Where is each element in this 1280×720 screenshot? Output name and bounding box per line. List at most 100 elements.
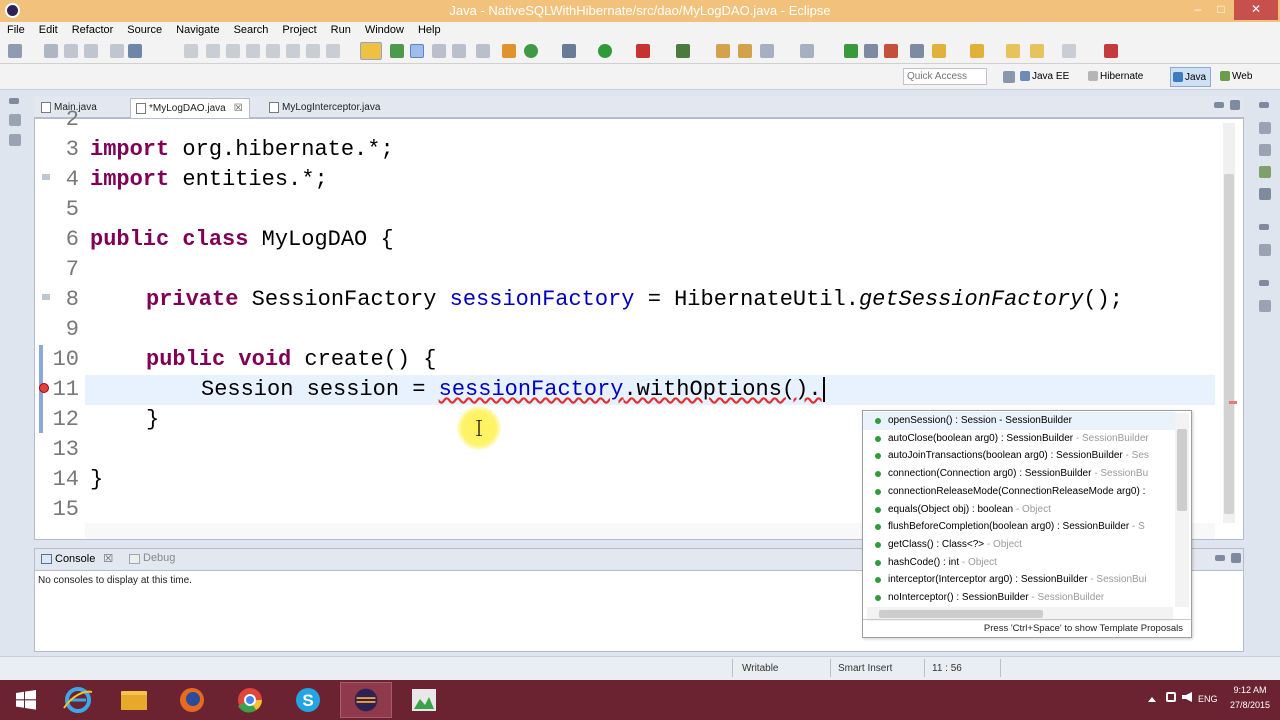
minimize-button[interactable]: – xyxy=(1186,0,1210,20)
internet-explorer-icon[interactable] xyxy=(52,682,104,718)
stop-icon[interactable] xyxy=(884,44,898,58)
package-explorer-icon[interactable] xyxy=(9,114,21,126)
nav-down-icon[interactable] xyxy=(800,44,814,58)
back-icon[interactable] xyxy=(1006,44,1020,58)
skype-icon[interactable]: S xyxy=(282,682,334,718)
word-wrap-icon[interactable] xyxy=(452,44,466,58)
restore-right-icon[interactable] xyxy=(1259,102,1269,108)
block-selection-icon[interactable] xyxy=(410,44,424,58)
proposal-item[interactable]: openSession() : Session - SessionBuilder xyxy=(863,412,1175,430)
step-return-icon[interactable] xyxy=(326,44,340,58)
perspective-hibernate[interactable]: Hibernate xyxy=(1086,67,1147,87)
menu-source[interactable]: Source xyxy=(127,22,162,36)
error-icon[interactable] xyxy=(39,383,49,393)
overview-error-marker[interactable] xyxy=(1229,401,1237,404)
pin-icon[interactable] xyxy=(476,44,490,58)
forward-icon[interactable] xyxy=(1030,44,1044,58)
restore-right-3-icon[interactable] xyxy=(1259,280,1269,286)
terminal-icon[interactable] xyxy=(128,44,142,58)
menu-window[interactable]: Window xyxy=(365,22,404,36)
close-tab-icon[interactable]: ☒ xyxy=(103,553,113,565)
open-task-icon[interactable] xyxy=(716,44,730,58)
toggle-mark-occurrences-icon[interactable] xyxy=(360,42,382,60)
perspective-java-ee[interactable]: Java EE xyxy=(1018,67,1073,87)
save-icon[interactable] xyxy=(44,44,58,58)
proposal-item[interactable]: autoClose(boolean arg0) : SessionBuilder… xyxy=(863,430,1175,448)
hierarchy-icon[interactable] xyxy=(9,134,21,146)
debug-hook-icon[interactable] xyxy=(1104,44,1118,58)
proposal-item[interactable]: connection(Connection arg0) : SessionBui… xyxy=(863,465,1175,483)
task-list-icon[interactable] xyxy=(1259,122,1271,134)
proposal-item[interactable]: interceptor(Interceptor arg0) : SessionB… xyxy=(863,571,1175,589)
language-indicator[interactable]: ENG xyxy=(1198,694,1218,704)
perspective-java[interactable]: Java xyxy=(1170,67,1212,87)
menu-navigate[interactable]: Navigate xyxy=(176,22,219,36)
firefox-icon[interactable] xyxy=(166,682,218,718)
minimize-editor-icon[interactable] xyxy=(1214,102,1224,108)
maximize-button[interactable]: □ xyxy=(1210,0,1232,20)
show-hidden-icons-icon[interactable] xyxy=(1148,694,1156,702)
minimize-console-icon[interactable] xyxy=(1215,555,1225,561)
file-explorer-icon[interactable] xyxy=(108,682,160,718)
proposal-item[interactable]: noInterceptor() : SessionBuilder - Sessi… xyxy=(863,589,1175,607)
perspective-web[interactable]: Web xyxy=(1218,67,1256,87)
proposal-item[interactable]: getClass() : Class<?> - Object xyxy=(863,536,1175,554)
maximize-console-icon[interactable] xyxy=(1231,553,1241,563)
search-icon[interactable] xyxy=(676,44,690,58)
chrome-icon[interactable] xyxy=(224,682,276,718)
run-last-icon[interactable] xyxy=(844,44,858,58)
tab-mylogdao-java[interactable]: *MyLogDAO.java ☒ xyxy=(130,98,250,118)
proposal-item[interactable]: connectionReleaseMode(ConnectionReleaseM… xyxy=(863,483,1175,501)
outline-icon[interactable] xyxy=(1259,144,1271,156)
open-perspective-icon[interactable] xyxy=(1003,71,1015,83)
debug-icon[interactable] xyxy=(562,44,576,58)
menu-refactor[interactable]: Refactor xyxy=(72,22,114,36)
new-class-icon[interactable] xyxy=(524,44,538,58)
tab-myloginterceptor-java[interactable]: MyLogInterceptor.java xyxy=(264,98,386,118)
tab-debug[interactable]: Debug xyxy=(127,552,175,564)
open-type-icon[interactable] xyxy=(110,44,124,58)
edit-icon[interactable] xyxy=(760,44,774,58)
restore-right-2-icon[interactable] xyxy=(1259,224,1269,230)
suspend-icon[interactable] xyxy=(226,44,240,58)
new-icon[interactable] xyxy=(8,44,22,58)
proposal-item[interactable]: equals(Object obj) : boolean - Object xyxy=(863,501,1175,519)
restore-icon[interactable] xyxy=(9,98,19,104)
skip-breakpoints-icon[interactable] xyxy=(184,44,198,58)
menu-edit[interactable]: Edit xyxy=(39,22,58,36)
close-tab-icon[interactable]: ☒ xyxy=(234,103,243,114)
step-over-icon[interactable] xyxy=(306,44,320,58)
menu-file[interactable]: File xyxy=(7,22,25,36)
proposal-hscroll-thumb[interactable] xyxy=(879,610,1043,618)
camtasia-icon[interactable] xyxy=(398,682,450,718)
servers-icon[interactable] xyxy=(1259,244,1271,256)
network-icon[interactable] xyxy=(1166,692,1176,702)
close-button[interactable]: ✕ xyxy=(1234,0,1278,20)
quick-access-input[interactable] xyxy=(903,68,987,85)
menu-search[interactable]: Search xyxy=(234,22,269,36)
palette-icon[interactable] xyxy=(1259,166,1271,178)
proposal-item[interactable]: hashCode() : int - Object xyxy=(863,554,1175,572)
step-into-icon[interactable] xyxy=(286,44,300,58)
properties-icon[interactable] xyxy=(1259,188,1271,200)
proposal-scroll-thumb[interactable] xyxy=(1177,429,1187,511)
problems-icon[interactable] xyxy=(1259,300,1271,312)
bulb-icon[interactable] xyxy=(932,44,946,58)
new-java-server-icon[interactable] xyxy=(502,44,516,58)
volume-icon[interactable] xyxy=(1182,692,1192,702)
eclipse-taskbar-icon[interactable] xyxy=(340,682,392,718)
search-type-icon[interactable] xyxy=(864,44,878,58)
maximize-editor-icon[interactable] xyxy=(1230,100,1240,110)
show-whitespace-icon[interactable] xyxy=(432,44,446,58)
next-annotation-icon[interactable] xyxy=(390,44,404,58)
fold-marker-icon[interactable] xyxy=(42,174,50,180)
terminate-icon[interactable] xyxy=(246,44,260,58)
menu-help[interactable]: Help xyxy=(418,22,441,36)
open-folder-icon[interactable] xyxy=(738,44,752,58)
print-icon[interactable] xyxy=(84,44,98,58)
editor-scroll-thumb[interactable] xyxy=(1224,174,1234,514)
external-tools-icon[interactable] xyxy=(636,44,650,58)
next-edit-icon[interactable] xyxy=(970,44,984,58)
resume-icon[interactable] xyxy=(206,44,220,58)
proposal-item[interactable]: flushBeforeCompletion(boolean arg0) : Se… xyxy=(863,518,1175,536)
